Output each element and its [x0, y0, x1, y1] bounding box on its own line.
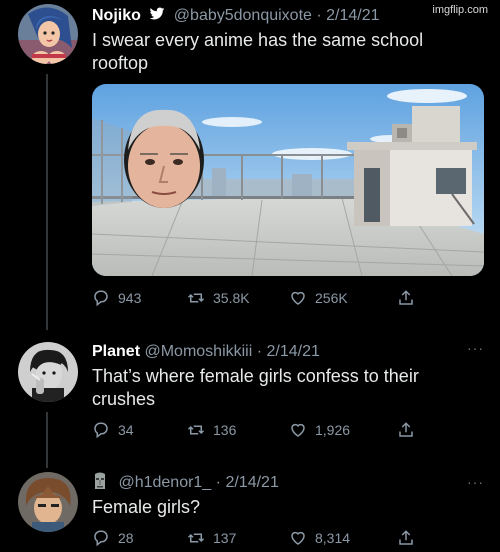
tweet-header: Nojiko @baby5donquixote · 2/14/21 [92, 6, 488, 26]
reply-count: 943 [118, 290, 142, 306]
heart-icon [291, 531, 305, 545]
tweet-date[interactable]: 2/14/21 [225, 474, 278, 491]
tweet-actions: 28 137 8,314 [92, 526, 460, 550]
reply-count: 28 [118, 530, 134, 546]
like-count: 256K [315, 290, 348, 306]
thread-line [46, 74, 48, 330]
reply-icon [94, 422, 108, 439]
moai-icon [95, 472, 105, 489]
tweet-date[interactable]: 2/14/21 [326, 7, 379, 24]
tweet-text: I swear every anime has the same school … [92, 30, 424, 73]
separator: · [316, 7, 322, 24]
avatar-h1denor1[interactable] [18, 472, 78, 532]
share-button[interactable] [397, 289, 415, 307]
tweet-2[interactable]: Planet @Momoshikkiii · 2/14/21 That’s wh… [92, 342, 488, 411]
retweet-button[interactable]: 35.8K [187, 289, 289, 307]
reply-icon [94, 530, 108, 547]
tweet-media-image[interactable] [92, 84, 484, 276]
handle[interactable]: @baby5donquixote [174, 7, 312, 24]
retweet-icon [187, 425, 205, 435]
retweet-button[interactable]: 136 [187, 421, 289, 439]
like-count: 1,926 [315, 422, 351, 438]
retweet-icon [187, 533, 205, 543]
retweet-count: 35.8K [213, 290, 250, 306]
retweet-count: 136 [213, 422, 237, 438]
thread-line [46, 412, 48, 468]
like-button[interactable]: 256K [289, 289, 397, 307]
heart-icon [291, 291, 305, 305]
tweet-header: @h1denor1_ · 2/14/21 [92, 472, 488, 493]
avatar-image [18, 4, 78, 64]
reply-count: 34 [118, 422, 134, 438]
handle[interactable]: @h1denor1_ [118, 474, 211, 491]
display-name[interactable]: Nojiko [92, 7, 141, 24]
twitter-bird-icon [150, 7, 165, 20]
handle[interactable]: @Momoshikkiii [144, 343, 252, 360]
display-name[interactable]: Planet [92, 343, 140, 360]
tweet-actions: 943 35.8K 256K [92, 286, 460, 310]
avatar-nojiko[interactable] [18, 4, 78, 64]
share-button[interactable] [397, 529, 415, 547]
separator: · [256, 343, 263, 360]
tweet-1[interactable]: Nojiko @baby5donquixote · 2/14/21 I swea… [92, 6, 488, 75]
tweet-text: That’s where female girls confess to the… [92, 366, 419, 409]
share-icon [399, 530, 413, 545]
retweet-button[interactable]: 137 [187, 529, 289, 547]
retweet-count: 137 [213, 530, 237, 546]
reply-button[interactable]: 28 [92, 529, 187, 547]
reply-button[interactable]: 943 [92, 289, 187, 307]
anime-rooftop-image [92, 84, 484, 276]
share-icon [399, 422, 413, 437]
tweet-date[interactable]: 2/14/21 [267, 343, 320, 360]
tweet-actions: 34 136 1,926 [92, 418, 460, 442]
tweet-text: Female girls? [92, 497, 201, 517]
avatar-planet[interactable] [18, 342, 78, 402]
reply-icon [94, 290, 108, 307]
heart-icon [291, 423, 305, 437]
reply-button[interactable]: 34 [92, 421, 187, 439]
like-button[interactable]: 1,926 [289, 421, 397, 439]
separator: · [215, 474, 221, 491]
share-button[interactable] [397, 421, 415, 439]
like-button[interactable]: 8,314 [289, 529, 397, 547]
share-icon [399, 290, 413, 305]
tweet-header: Planet @Momoshikkiii · 2/14/21 [92, 342, 488, 362]
avatar-image [18, 342, 78, 402]
like-count: 8,314 [315, 530, 351, 546]
retweet-icon [187, 293, 205, 303]
avatar-image [18, 472, 78, 532]
tweet-3[interactable]: @h1denor1_ · 2/14/21 Female girls? [92, 472, 488, 519]
